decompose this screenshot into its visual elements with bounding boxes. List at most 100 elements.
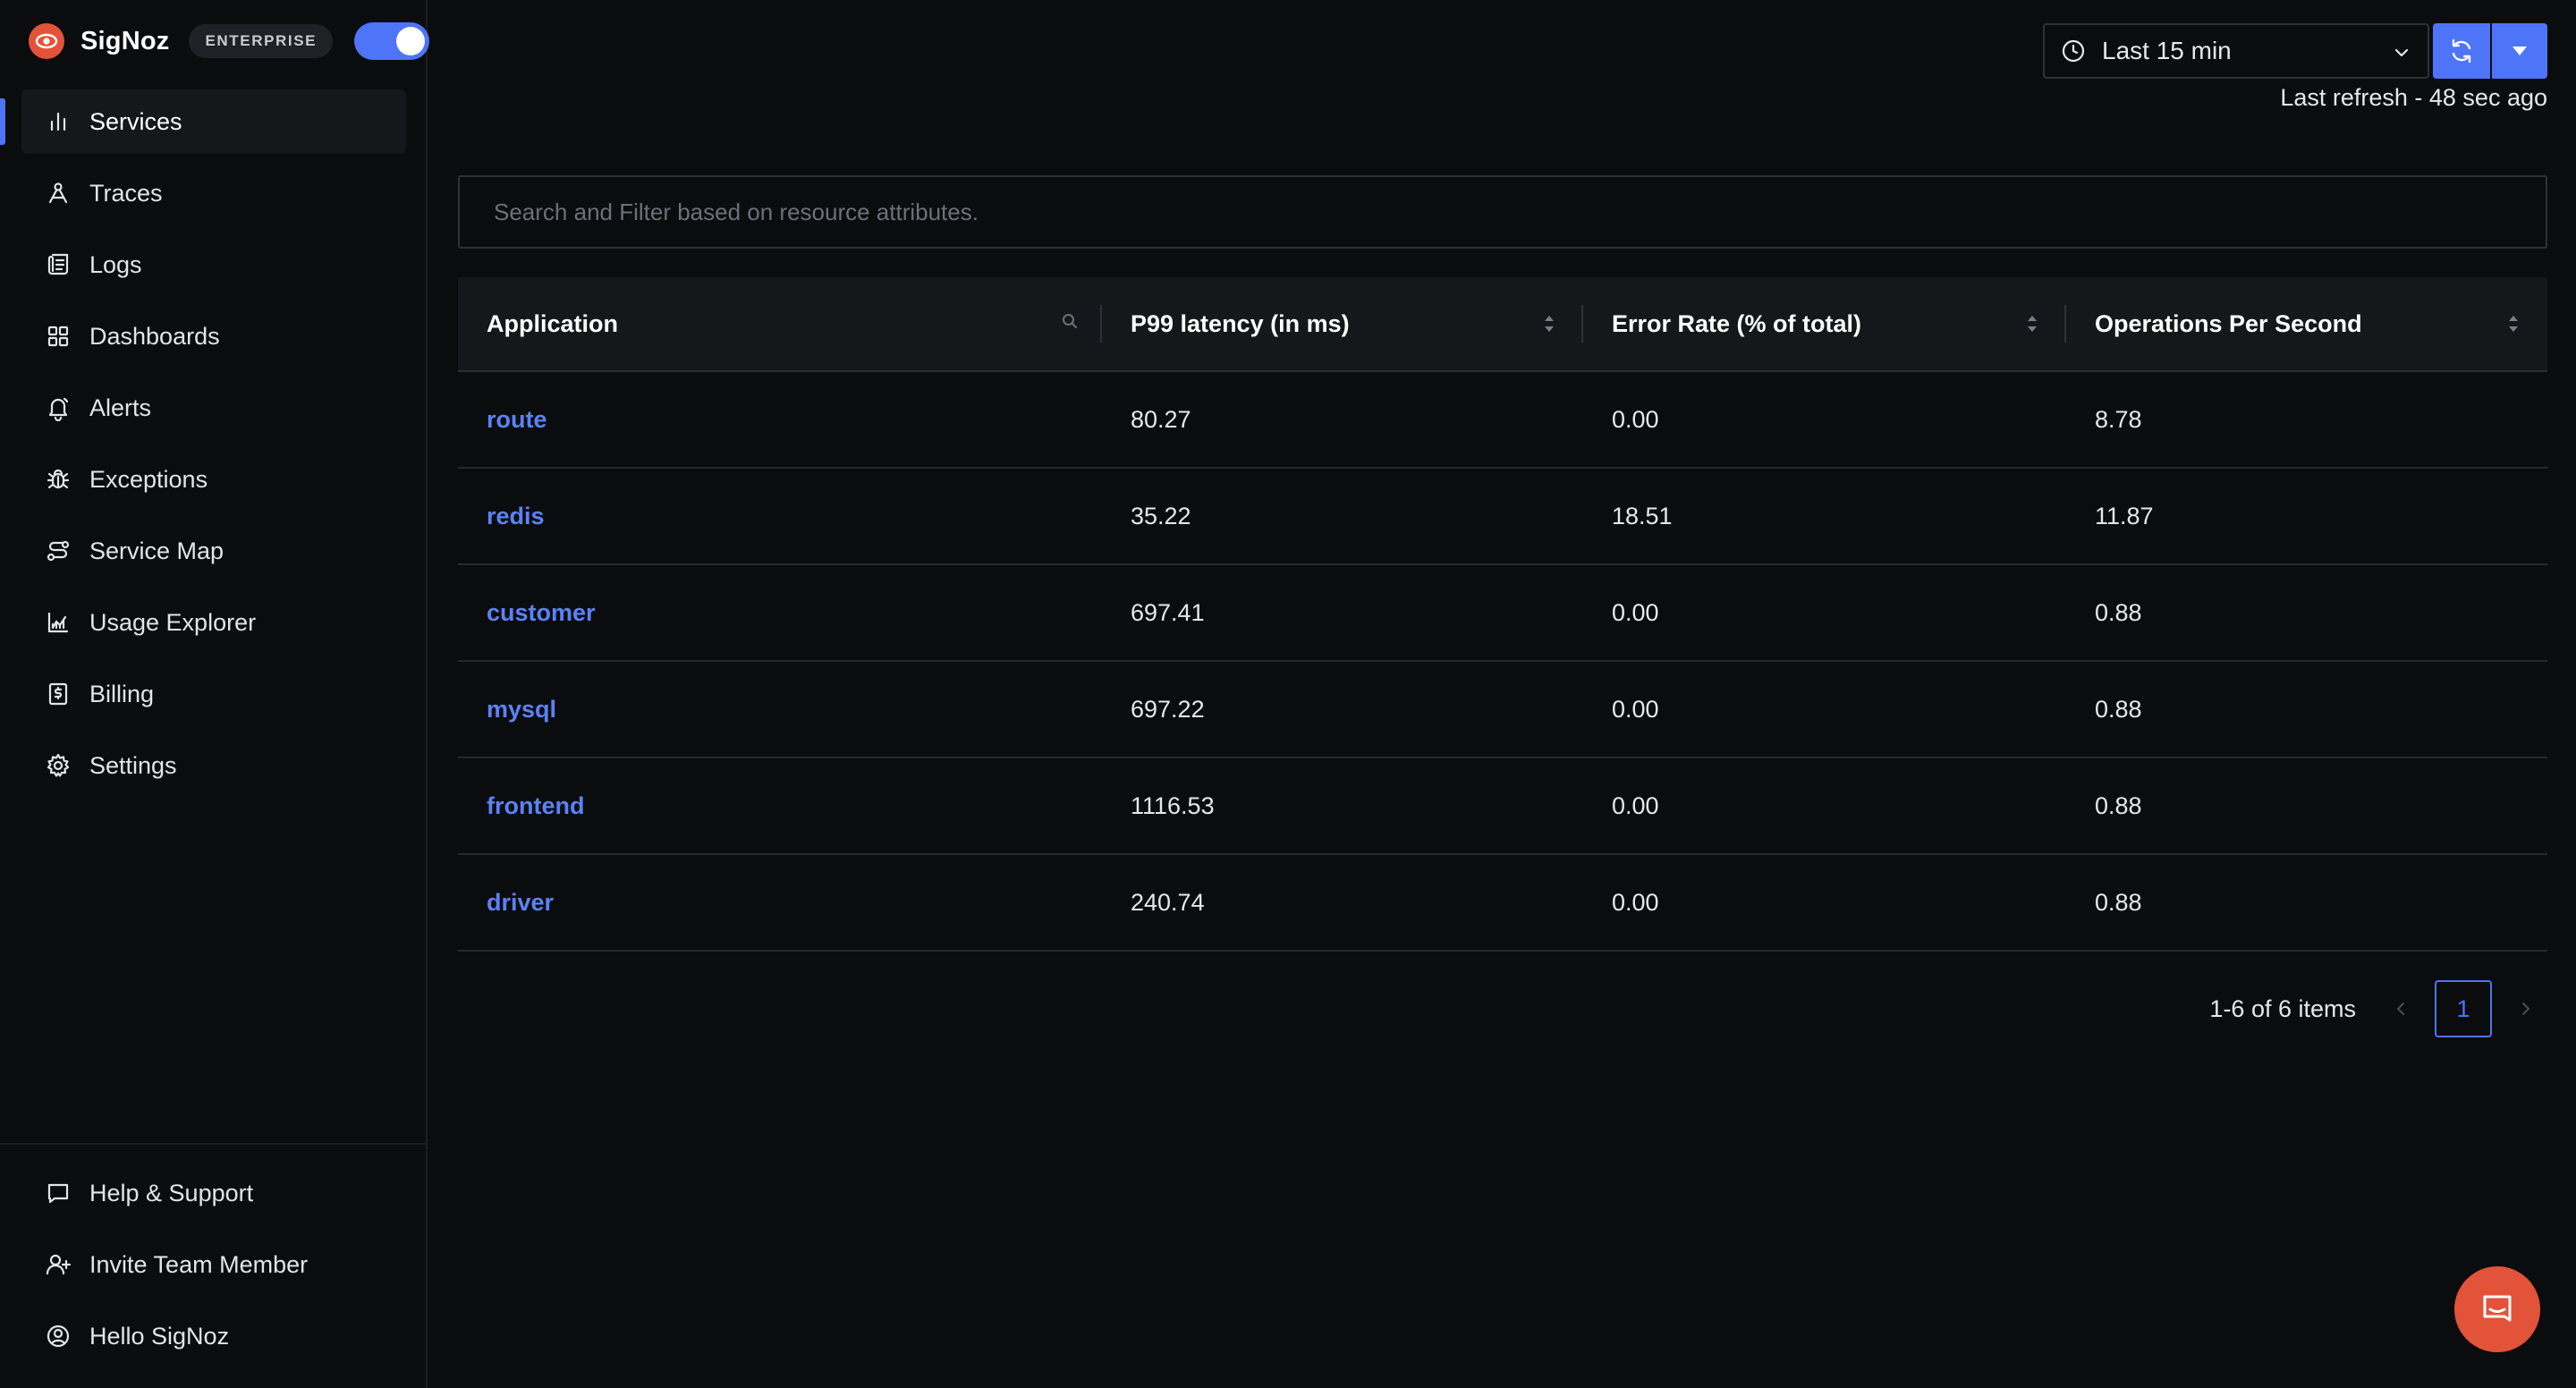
pagination: 1-6 of 6 items 1 — [2209, 980, 2547, 1037]
user-plus-icon — [46, 1254, 72, 1275]
sidebar-item-user-profile[interactable]: Hello SigNoz — [21, 1304, 404, 1368]
dashboard-icon — [47, 326, 69, 347]
enterprise-badge: ENTERPRISE — [189, 24, 334, 58]
sidebar-item-label: Billing — [89, 680, 155, 707]
user-circle-icon — [47, 1325, 70, 1348]
sort-icon[interactable] — [2025, 312, 2039, 335]
table-row[interactable]: driver 240.74 0.00 0.88 — [458, 855, 2547, 952]
p99-latency-cell: 697.41 — [1131, 598, 1205, 626]
sidebar-item-services[interactable]: Services — [0, 89, 406, 154]
sort-icon[interactable] — [2506, 312, 2521, 335]
sidebar-item-label: Settings — [89, 751, 177, 779]
ops-cell: 0.88 — [2095, 598, 2142, 626]
column-header-ops-per-second[interactable]: Operations Per Second — [2066, 276, 2547, 371]
time-range-value: Last 15 min — [2102, 37, 2232, 64]
page-number-button[interactable]: 1 — [2435, 980, 2492, 1037]
caret-down-icon — [2512, 47, 2527, 55]
error-rate-cell: 0.00 — [1612, 695, 1659, 723]
column-header-label: Application — [487, 309, 618, 337]
sidebar-item-label: Invite Team Member — [89, 1250, 309, 1278]
refresh-options-button[interactable] — [2492, 23, 2547, 79]
area-chart-icon — [47, 612, 69, 633]
error-rate-cell: 0.00 — [1612, 888, 1659, 916]
sidebar-item-label: Service Map — [89, 537, 225, 564]
error-rate-cell: 18.51 — [1612, 502, 1673, 529]
ops-cell: 0.88 — [2095, 791, 2142, 819]
application-link[interactable]: redis — [458, 503, 1102, 530]
sidebar-item-label: Services — [89, 107, 182, 135]
sidebar-item-traces[interactable]: Traces — [21, 161, 406, 225]
sidebar-item-usage-explorer[interactable]: Usage Explorer — [21, 590, 406, 655]
application-link[interactable]: customer — [458, 599, 1102, 627]
sidebar-item-dashboards[interactable]: Dashboards — [21, 304, 406, 368]
sidebar-item-label: Logs — [89, 250, 142, 278]
brand: SigNoz ENTERPRISE — [29, 21, 430, 61]
p99-latency-cell: 80.27 — [1131, 405, 1191, 433]
moon-icon — [373, 33, 382, 49]
prev-page-button[interactable] — [2379, 980, 2422, 1037]
sidebar-item-label: Traces — [89, 179, 163, 207]
p99-latency-cell: 1116.53 — [1131, 791, 1215, 819]
table-row[interactable]: customer 697.41 0.00 0.88 — [458, 565, 2547, 662]
brand-name: SigNoz — [80, 26, 170, 55]
column-header-label: Error Rate (% of total) — [1612, 309, 1862, 337]
sidebar-item-label: Help & Support — [89, 1179, 254, 1206]
last-refresh-text: Last refresh - 48 sec ago — [2280, 84, 2547, 111]
bug-icon — [47, 469, 70, 489]
clock-icon — [2062, 39, 2085, 63]
table-row[interactable]: redis 35.22 18.51 11.87 — [458, 469, 2547, 565]
chat-support-button[interactable] — [2454, 1266, 2540, 1352]
logs-icon — [47, 253, 69, 275]
sidebar-item-billing[interactable]: Billing — [21, 662, 406, 726]
chat-icon — [2483, 1295, 2512, 1322]
sidebar-item-label: Dashboards — [89, 322, 220, 350]
application-link[interactable]: mysql — [458, 696, 1102, 724]
sidebar-item-logs[interactable]: Logs — [21, 233, 406, 297]
toggle-knob — [396, 27, 426, 55]
column-header-p99-latency[interactable]: P99 latency (in ms) — [1102, 276, 1583, 371]
ops-cell: 11.87 — [2095, 502, 2154, 529]
ops-cell: 0.88 — [2095, 888, 2142, 916]
sidebar-item-label: Alerts — [89, 394, 152, 421]
sidebar-bottom: Help & Support Invite Team Member Hello … — [0, 1143, 426, 1375]
application-link[interactable]: frontend — [458, 792, 1102, 820]
sidebar-item-service-map[interactable]: Service Map — [21, 519, 406, 583]
refresh-button[interactable] — [2433, 23, 2490, 79]
sidebar-nav: Services Traces Logs Dashboards Alerts E… — [0, 89, 406, 805]
column-header-label: Operations Per Second — [2095, 309, 2362, 337]
p99-latency-cell: 35.22 — [1131, 502, 1191, 529]
sidebar-item-alerts[interactable]: Alerts — [21, 376, 406, 440]
resource-search-input[interactable] — [458, 175, 2547, 249]
column-header-error-rate[interactable]: Error Rate (% of total) — [1583, 276, 2066, 371]
theme-toggle[interactable] — [354, 22, 430, 60]
error-rate-cell: 0.00 — [1612, 791, 1659, 819]
time-range-select[interactable]: Last 15 min — [2043, 23, 2429, 79]
chevron-left-icon — [2397, 1003, 2404, 1015]
table-row[interactable]: route 80.27 0.00 8.78 — [458, 372, 2547, 469]
traces-icon — [48, 182, 68, 204]
sidebar-item-label: Usage Explorer — [89, 608, 257, 636]
column-header-label: P99 latency (in ms) — [1131, 309, 1350, 337]
column-header-application[interactable]: Application — [458, 276, 1102, 371]
signoz-logo-icon[interactable] — [29, 23, 64, 59]
refresh-icon — [2452, 38, 2471, 63]
app: SigNoz ENTERPRISE Services Traces Logs D… — [0, 0, 2576, 1388]
search-icon[interactable] — [1061, 312, 1079, 330]
table-header: Application P99 latency (in ms) Error Ra… — [458, 277, 2547, 372]
sort-icon[interactable] — [1542, 312, 1556, 335]
table-row[interactable]: frontend 1116.53 0.00 0.88 — [458, 758, 2547, 855]
p99-latency-cell: 697.22 — [1131, 695, 1205, 723]
receipt-icon — [48, 682, 68, 706]
table-row[interactable]: mysql 697.22 0.00 0.88 — [458, 662, 2547, 758]
gear-icon — [47, 753, 70, 777]
bell-icon — [48, 397, 69, 421]
sidebar-item-exceptions[interactable]: Exceptions — [21, 447, 406, 512]
application-link[interactable]: route — [458, 406, 1102, 434]
route-icon — [47, 540, 70, 562]
sidebar-item-settings[interactable]: Settings — [21, 733, 406, 798]
application-link[interactable]: driver — [458, 889, 1102, 917]
sidebar-item-invite-team-member[interactable]: Invite Team Member — [21, 1232, 404, 1297]
sidebar-item-help-support[interactable]: Help & Support — [21, 1161, 404, 1225]
next-page-button[interactable] — [2504, 980, 2547, 1037]
message-icon — [47, 1183, 69, 1204]
